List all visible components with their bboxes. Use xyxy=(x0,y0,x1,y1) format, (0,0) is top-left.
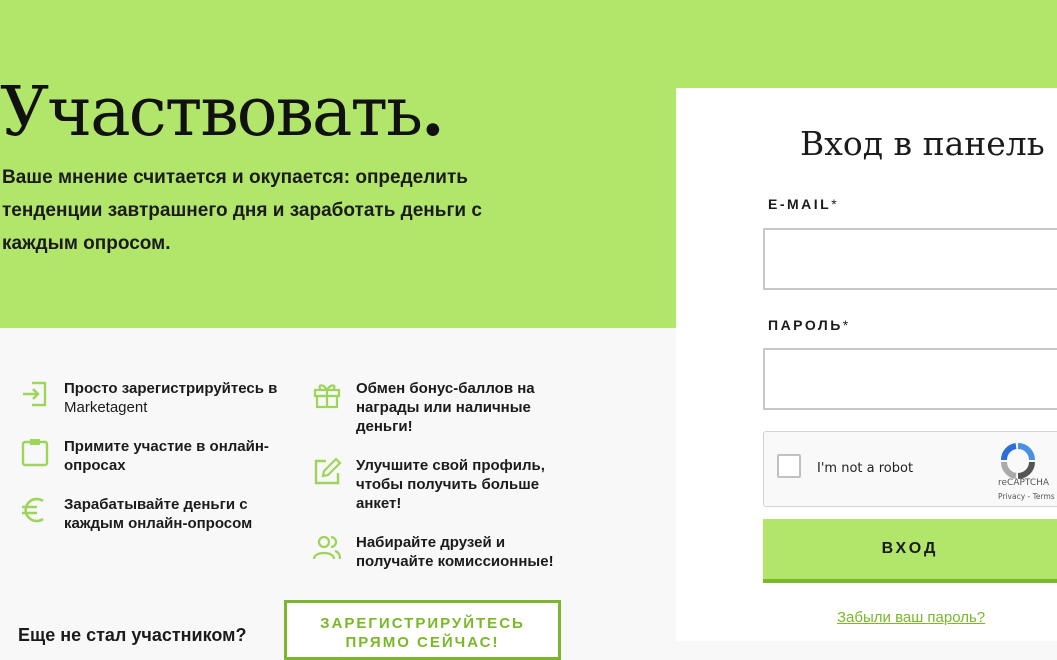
feature-text: Обмен бонус-баллов на награды или наличн… xyxy=(356,380,535,435)
euro-icon xyxy=(22,497,44,523)
brand-name: Marketagent xyxy=(64,399,148,416)
login-icon xyxy=(23,381,47,407)
feature-item-friends: Набирайте друзей и получайте комиссионны… xyxy=(312,533,574,571)
email-label: E-MAIL* xyxy=(768,196,837,212)
gift-icon xyxy=(313,384,341,409)
feature-item-profile: Улучшите свой профиль, чтобы получить бо… xyxy=(312,456,574,513)
feature-text: Примите участие в онлайн-опросах xyxy=(64,438,269,474)
hero-subtitle: Ваше мнение считается и окупается: опред… xyxy=(2,167,482,254)
required-mark: * xyxy=(842,317,849,333)
recaptcha-checkbox[interactable] xyxy=(777,454,801,478)
register-button[interactable]: ЗАРЕГИСТРИРУЙТЕСЬ ПРЯМО СЕЙЧАС! xyxy=(284,600,561,660)
feature-text: Улучшите свой профиль, чтобы получить бо… xyxy=(356,457,545,512)
edit-icon xyxy=(314,457,342,485)
feature-item-earn: Зарабатывайте деньги с каждым онлайн-опр… xyxy=(20,495,290,533)
feature-text: Просто зарегистрируйтесь в xyxy=(64,380,278,397)
recaptcha-widget: I'm not a robot reCAPTCHA Privacy - Term… xyxy=(763,431,1057,507)
login-title: Вход в панель xyxy=(800,124,1045,163)
password-field[interactable] xyxy=(763,348,1057,410)
login-button[interactable]: ВХОД xyxy=(763,519,1057,583)
recaptcha-label: I'm not a robot xyxy=(817,461,914,476)
login-panel: Вход в панель E-MAIL* ПАРОЛЬ* I'm not a … xyxy=(676,88,1057,641)
password-label: ПАРОЛЬ* xyxy=(768,317,849,333)
title-dot: . xyxy=(421,72,445,152)
forgot-password-link[interactable]: Забыли ваш пароль? xyxy=(837,609,985,626)
clipboard-icon xyxy=(21,439,49,467)
recaptcha-brand: reCAPTCHA xyxy=(998,478,1050,488)
page-title: Участвовать. xyxy=(0,72,445,152)
feature-item-participate: Примите участие в онлайн-опросах xyxy=(20,437,290,475)
users-icon xyxy=(312,535,342,560)
feature-text: Зарабатывайте деньги с каждым онлайн-опр… xyxy=(64,496,253,532)
feature-item-register: Просто зарегистрируйтесь в Marketagent xyxy=(20,379,290,417)
required-mark: * xyxy=(831,196,837,212)
feature-text: Набирайте друзей и получайте комиссионны… xyxy=(356,534,554,570)
email-field[interactable] xyxy=(763,228,1057,290)
feature-item-bonus: Обмен бонус-баллов на награды или наличн… xyxy=(312,379,574,436)
recaptcha-links[interactable]: Privacy - Terms xyxy=(998,492,1055,501)
cta-question: Еще не стал участником? xyxy=(18,625,247,645)
